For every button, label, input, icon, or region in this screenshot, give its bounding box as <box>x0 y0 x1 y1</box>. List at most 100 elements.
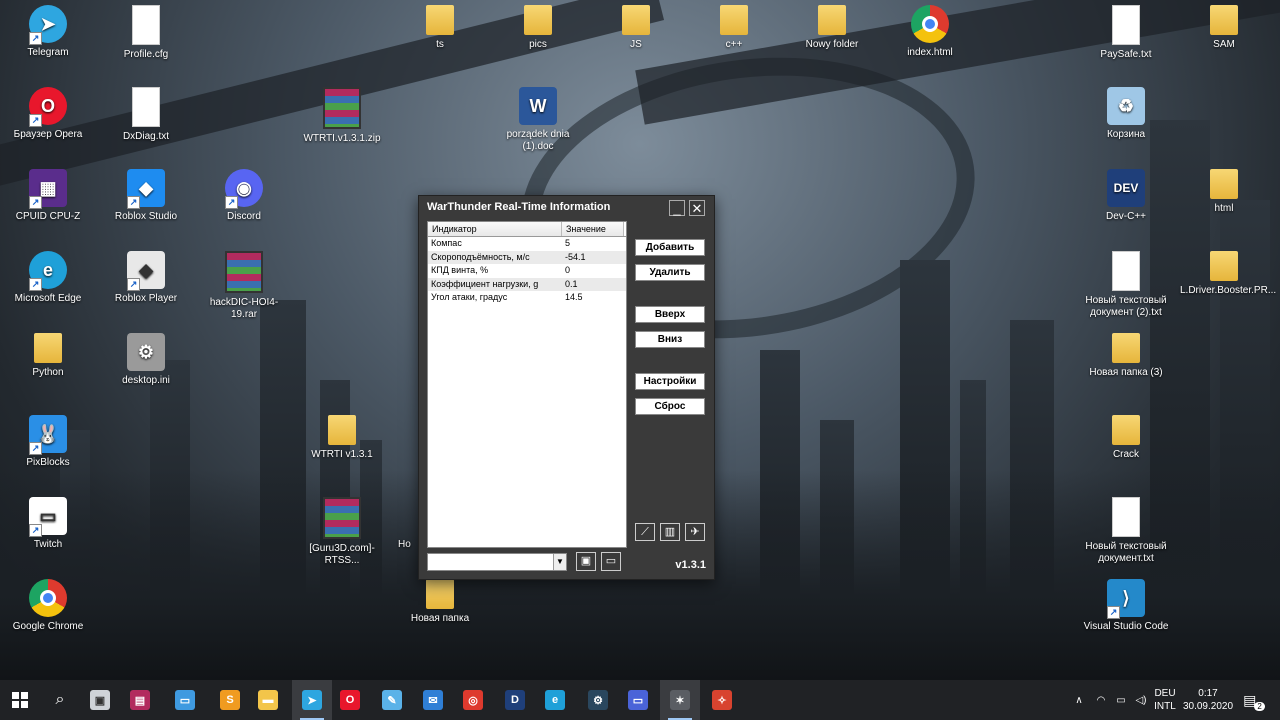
delete-button[interactable]: Удалить <box>635 264 705 281</box>
profile-select[interactable]: ▼ <box>427 553 567 571</box>
add-button[interactable]: Добавить <box>635 239 705 256</box>
desktop-icon[interactable]: L.Driver.Booster.PR... <box>1180 251 1276 297</box>
taskbar-app-telegram[interactable]: ➤ <box>292 680 332 720</box>
desktop-icon-label: Новая папка <box>410 613 470 624</box>
desktop-icon[interactable]: ◉ Discord <box>200 169 288 223</box>
table-row[interactable]: Угол атаки, градус 14.5 <box>428 291 626 305</box>
move-down-button[interactable]: Вниз <box>635 331 705 348</box>
desktop-icon[interactable]: [Guru3D.com]-RTSS... <box>298 497 386 567</box>
taskbar-app-opera[interactable]: O <box>330 680 370 720</box>
taskbar-app-winrar[interactable]: ▤ <box>120 680 160 720</box>
desktop-icon[interactable]: c++ <box>690 5 778 51</box>
desktop-icon[interactable]: SAM <box>1180 5 1268 51</box>
desktop-icon[interactable]: ▦ CPUID CPU-Z <box>4 169 92 223</box>
desktop-icon[interactable]: O Браузер Opera <box>4 87 92 141</box>
taskbar-app-devcpp[interactable]: D <box>495 680 535 720</box>
list-icon[interactable]: ▥ <box>660 523 680 541</box>
vscode-icon: ⟩ <box>1107 579 1145 619</box>
opera-icon: O <box>29 87 67 127</box>
taskbar-app-chrome[interactable]: ◎ <box>453 680 493 720</box>
save-icon[interactable]: ▣ <box>576 552 596 571</box>
table-row[interactable]: Коэффициент нагрузки, g 0.1 <box>428 277 626 291</box>
desktop-icon[interactable]: ts <box>396 5 484 51</box>
desktop-icon[interactable]: WTRTI v1.3.1 <box>298 415 386 461</box>
desktop-icon[interactable]: ▭ Twitch <box>4 497 92 551</box>
search-button[interactable]: ⌕ <box>40 680 80 720</box>
graph-icon[interactable]: ⟋ <box>635 523 655 541</box>
desktop-icon[interactable]: Crack <box>1082 415 1170 461</box>
winrar-icon: ▤ <box>130 690 150 710</box>
taskbar-app-warthunder[interactable]: ✶ <box>660 680 700 720</box>
clock[interactable]: 0:17 30.09.2020 <box>1180 680 1236 720</box>
desktop-icon[interactable]: e Microsoft Edge <box>4 251 92 305</box>
close-button[interactable]: ✕ <box>689 200 705 216</box>
desktop-icon[interactable]: Profile.cfg <box>102 5 190 61</box>
indicator-list[interactable]: Индикатор Значение Компас 5 Скороподъёмн… <box>427 221 627 548</box>
taskbar-app-wtrti[interactable]: ✧ <box>702 680 742 720</box>
desktop-icon-label: Новый текстовый документ (2).txt <box>1085 295 1167 318</box>
desktop-icon[interactable]: ◆ Roblox Player <box>102 251 190 305</box>
desktop-icon[interactable]: JS <box>592 5 680 51</box>
table-row[interactable]: Компас 5 <box>428 237 626 251</box>
desktop-icon[interactable]: DxDiag.txt <box>102 87 190 143</box>
folder-icon <box>328 415 356 445</box>
desktop-icon[interactable]: Ho <box>398 539 418 551</box>
wtrti-window: WarThunder Real-Time Information _ ✕ Инд… <box>418 195 715 580</box>
chevron-up-icon[interactable]: ∧ <box>1070 680 1088 720</box>
desktop-icon[interactable]: pics <box>494 5 582 51</box>
desktop-icon[interactable]: 🐰 PixBlocks <box>4 415 92 469</box>
desktop-icon-label: hackDIC-HOI4-19.rar <box>209 297 279 320</box>
desktop-icon-label: [Guru3D.com]-RTSS... <box>309 543 375 566</box>
desktop-icon[interactable]: DEV Dev-C++ <box>1082 169 1170 223</box>
desktop-icon[interactable]: WTRTI.v1.3.1.zip <box>298 87 386 145</box>
wifi-icon[interactable]: ◠ <box>1092 680 1110 720</box>
desktop-icon[interactable]: hackDIC-HOI4-19.rar <box>200 251 288 321</box>
word-icon: W <box>519 87 557 125</box>
column-header-value[interactable]: Значение <box>562 222 624 236</box>
taskbar-app-remote-desktop[interactable]: ▭ <box>618 680 658 720</box>
table-row[interactable]: Скороподъёмность, м/с -54.1 <box>428 250 626 264</box>
monitor-icon: ▭ <box>628 690 648 710</box>
desktop-icon[interactable]: ♻ Корзина <box>1082 87 1170 141</box>
desktop-icon-label: Roblox Player <box>114 293 178 304</box>
chevron-down-icon[interactable]: ▼ <box>553 554 566 570</box>
desktop-icon[interactable]: Google Chrome <box>4 579 92 633</box>
start-button[interactable] <box>0 680 40 720</box>
taskbar-app-sublime[interactable]: S <box>210 680 250 720</box>
taskbar-app-explorer-network[interactable]: ▭ <box>165 680 205 720</box>
desktop-icon[interactable]: Новая папка (3) <box>1082 333 1170 379</box>
table-row[interactable]: КПД винта, % 0 <box>428 264 626 278</box>
open-folder-icon[interactable]: ▭ <box>601 552 621 571</box>
desktop-icon[interactable]: Новая папка <box>396 579 484 625</box>
taskbar-app-notepad[interactable]: ✎ <box>372 680 412 720</box>
notification-center-button[interactable]: ▤ 2 <box>1240 680 1270 720</box>
desktop-icon[interactable]: ⟩ Visual Studio Code <box>1082 579 1170 633</box>
desktop-icon[interactable]: ⚙ desktop.ini <box>102 333 190 387</box>
taskbar-app-file-explorer[interactable]: ▬ <box>248 680 288 720</box>
desktop-icon[interactable]: index.html <box>886 5 974 59</box>
desktop-icon[interactable]: Wporządek dnia (1).doc <box>494 87 582 153</box>
devcpp-icon: DEV <box>1107 169 1145 207</box>
desktop-icon[interactable]: Nowy folder <box>788 5 876 51</box>
taskbar-app-edge[interactable]: e <box>535 680 575 720</box>
taskbar-app-task-view[interactable]: ▣ <box>80 680 120 720</box>
desktop-icon[interactable]: ◆ Roblox Studio <box>102 169 190 223</box>
language-indicator[interactable]: DEU INTL <box>1152 680 1178 720</box>
desktop-icon[interactable]: ➤ Telegram <box>4 5 92 59</box>
move-up-button[interactable]: Вверх <box>635 306 705 323</box>
desktop-icon[interactable]: Новый текстовый документ (2).txt <box>1082 251 1170 319</box>
reset-button[interactable]: Сброс <box>635 398 705 415</box>
desktop-icon[interactable]: Новый текстовый документ.txt <box>1082 497 1170 565</box>
volume-icon[interactable]: ◁) <box>1132 680 1150 720</box>
taskbar-app-steam[interactable]: ⚙ <box>578 680 618 720</box>
desktop-icon[interactable]: PaySafe.txt <box>1082 5 1170 61</box>
settings-button[interactable]: Настройки <box>635 373 705 390</box>
column-header-indicator[interactable]: Индикатор <box>428 222 562 236</box>
desktop-icon[interactable]: html <box>1180 169 1268 215</box>
minimize-button[interactable]: _ <box>669 200 685 216</box>
plane-icon[interactable]: ✈ <box>685 523 705 541</box>
folder-icon <box>720 5 748 35</box>
desktop-icon[interactable]: Python <box>4 333 92 379</box>
taskbar-app-mail[interactable]: ✉ <box>413 680 453 720</box>
battery-icon[interactable]: ▭ <box>1112 680 1130 720</box>
